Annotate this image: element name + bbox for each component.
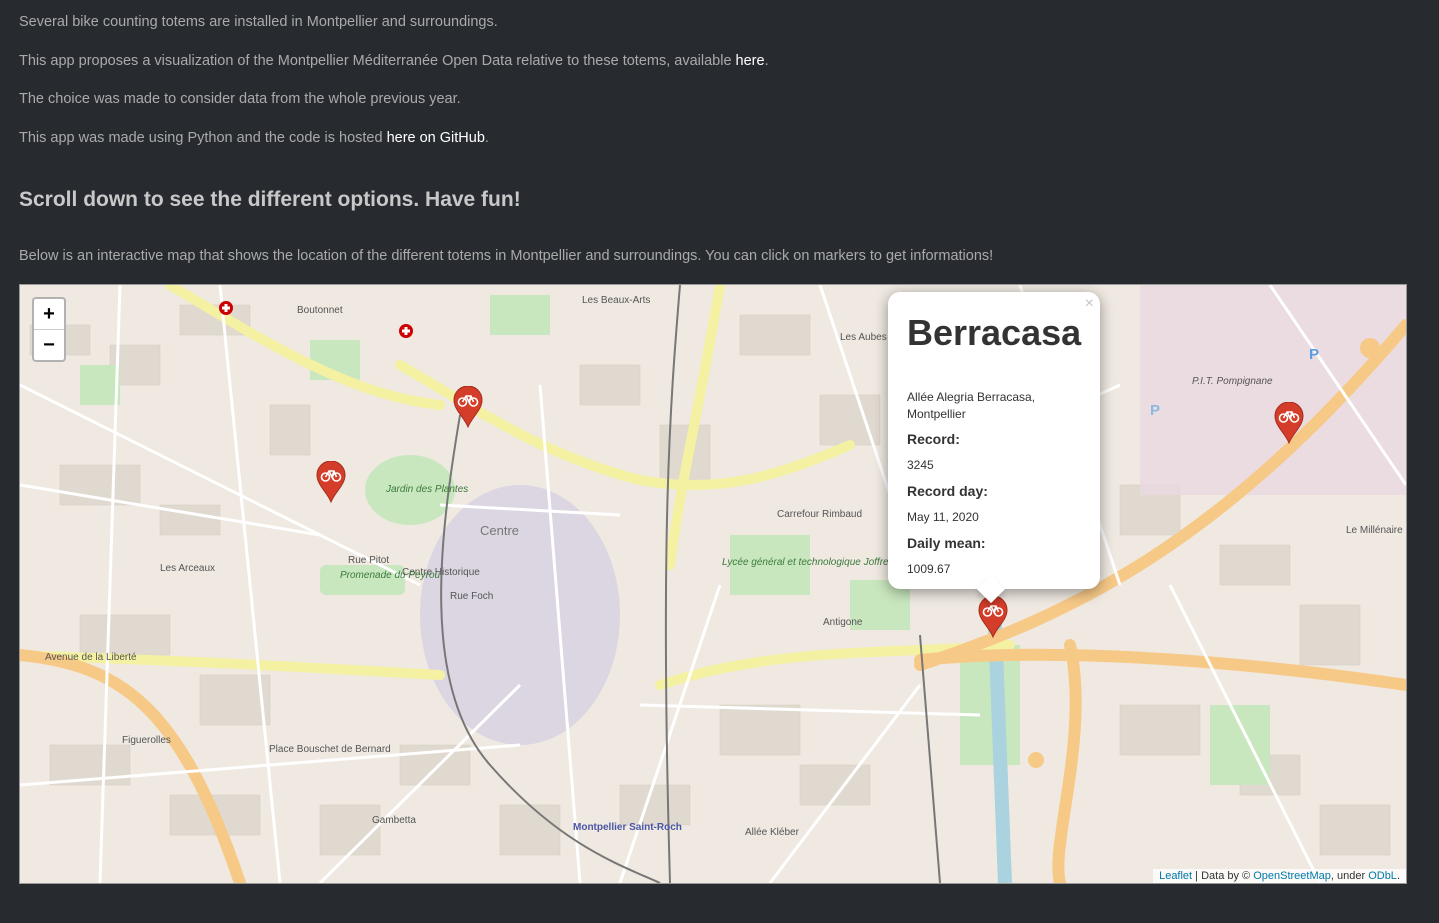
map-label-beaux-arts: Les Beaux-Arts xyxy=(582,295,650,306)
intro-line-4-end: . xyxy=(484,130,489,146)
map-tiles[interactable]: P P Centre Centre Historique Jardin des … xyxy=(20,285,1406,883)
open-data-link[interactable]: here xyxy=(736,53,765,69)
map-label-liberte: Avenue de la Liberté xyxy=(45,652,137,663)
popup-address: Allée Alegria Berracasa, Montpellier xyxy=(907,390,1036,421)
osm-link[interactable]: OpenStreetMap xyxy=(1253,870,1331,882)
map-label-saint-roch: Montpellier Saint-Roch xyxy=(573,822,682,833)
attribution-data-by: | Data by © xyxy=(1192,870,1254,882)
totem-marker[interactable] xyxy=(978,595,1008,639)
popup-record-value: 3245 xyxy=(907,458,934,472)
zoom-out-button[interactable]: − xyxy=(34,330,64,360)
parking-icon: P xyxy=(1309,346,1319,363)
intro-line-2: This app proposes a visualization of the… xyxy=(19,52,769,70)
totem-marker[interactable] xyxy=(453,385,483,429)
totem-marker[interactable] xyxy=(316,460,346,504)
map-label-rue-foch: Rue Foch xyxy=(450,591,493,602)
map-attribution: Leaflet | Data by © OpenStreetMap, under… xyxy=(1153,869,1406,883)
map-label-place-bouschet: Place Bouschet de Bernard xyxy=(269,744,391,755)
map-label-boutonnet: Boutonnet xyxy=(297,305,343,316)
map-intro: Below is an interactive map that shows t… xyxy=(19,248,994,264)
intro-line-3: The choice was made to consider data fro… xyxy=(19,91,461,107)
zoom-control: + − xyxy=(32,297,66,362)
intro-line-4-text: This app was made using Python and the c… xyxy=(19,130,387,146)
hospital-icon xyxy=(399,324,413,338)
parking-icon: P xyxy=(1150,402,1160,419)
map-label-figuerolles: Figuerolles xyxy=(122,735,171,746)
intro-line-4: This app was made using Python and the c… xyxy=(19,129,489,147)
map-label-centre: Centre xyxy=(480,523,519,538)
map-label-lycee-joffre: Lycée général et technologique Joffre xyxy=(722,557,889,568)
scroll-heading: Scroll down to see the different options… xyxy=(19,188,521,211)
map-label-les-aubes: Les Aubes xyxy=(840,332,887,343)
map-label-millenaire: Le Millénaire xyxy=(1346,525,1403,536)
map-label-pit: P.I.T. Pompignane xyxy=(1192,376,1273,387)
intro-line-1: Several bike counting totems are install… xyxy=(19,14,498,30)
totem-map[interactable]: P P Centre Centre Historique Jardin des … xyxy=(19,284,1407,884)
zoom-in-button[interactable]: + xyxy=(34,299,64,330)
attribution-end: . xyxy=(1396,870,1400,882)
popup-record-day-value: May 11, 2020 xyxy=(907,510,979,524)
intro-line-2-end: . xyxy=(764,53,769,69)
popup-daily-mean-value: 1009.67 xyxy=(907,562,951,576)
map-label-promenade: Promenade du Peyrou xyxy=(340,570,441,581)
map-label-rue-pitot: Rue Pitot xyxy=(348,555,389,566)
map-label-carrefour: Carrefour Rimbaud xyxy=(777,509,862,520)
popup-title: Berracasa xyxy=(907,312,1082,353)
totem-popup: × Berracasa Allée Alegria Berracasa, Mon… xyxy=(888,292,1100,604)
map-label-jardin: Jardin des Plantes xyxy=(385,484,468,495)
popup-record-day-label: Record day: xyxy=(907,483,988,499)
map-label-gambetta: Gambetta xyxy=(372,815,416,826)
hospital-icon xyxy=(219,301,233,315)
popup-daily-mean-label: Daily mean: xyxy=(907,535,986,551)
popup-record-label: Record: xyxy=(907,431,960,447)
totem-marker[interactable] xyxy=(1274,401,1304,445)
map-label-antigone: Antigone xyxy=(823,617,863,628)
map-label-kleber: Allée Kléber xyxy=(745,827,800,838)
leaflet-link[interactable]: Leaflet xyxy=(1159,870,1192,882)
attribution-under: , under xyxy=(1330,870,1369,882)
intro-line-2-text: This app proposes a visualization of the… xyxy=(19,53,736,69)
odbl-link[interactable]: ODbL xyxy=(1368,870,1397,882)
github-link[interactable]: here on GitHub xyxy=(387,130,485,146)
map-label-arceaux: Les Arceaux xyxy=(160,563,215,574)
popup-close-button[interactable]: × xyxy=(1085,295,1094,313)
